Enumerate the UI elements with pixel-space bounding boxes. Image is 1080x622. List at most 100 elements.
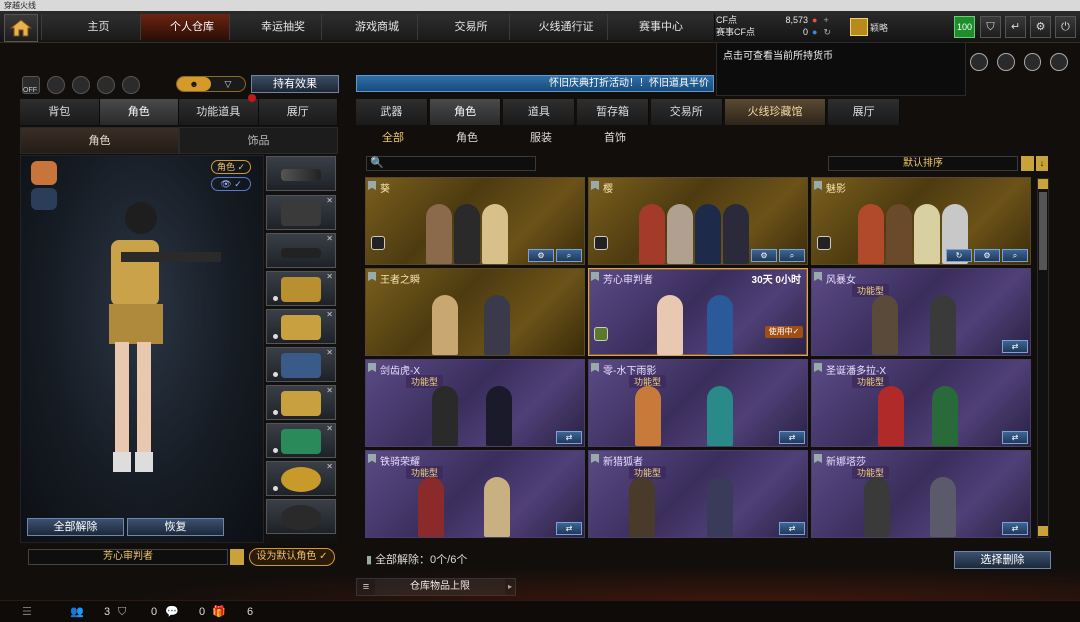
gift-box-icon[interactable]: 🎁 (212, 605, 226, 619)
subtab-accessories[interactable]: 饰品 (179, 127, 338, 154)
tab-function-items[interactable]: 功能道具 (179, 99, 259, 125)
gift-icon[interactable] (47, 76, 65, 94)
tab-characters[interactable]: 角色 (429, 99, 502, 125)
swap-icon[interactable]: ⇄ (779, 522, 805, 535)
character-card[interactable]: 新猎狐者 功能型 ⇄ (588, 450, 808, 538)
character-card[interactable]: 新娜塔莎 功能型 ⇄ (811, 450, 1031, 538)
restore-button[interactable]: 恢复 (127, 518, 224, 536)
tab-showroom[interactable]: 展厅 (258, 99, 338, 125)
character-mode-icon[interactable] (31, 161, 57, 185)
swap-icon[interactable]: ⇄ (556, 431, 582, 444)
tab-temp-storage[interactable]: 暂存箱 (577, 99, 649, 125)
scroll-thumb[interactable] (1039, 192, 1047, 270)
currency-panel[interactable]: CF点 8,573 ● + 赛事CF点 0 ● ↻ (716, 14, 850, 42)
nav-tab-home[interactable]: 主页 (41, 14, 156, 40)
weapon-slot[interactable] (266, 156, 336, 191)
settings-icon[interactable]: ⚙ (751, 249, 777, 262)
helmet-slot[interactable]: ✕ (266, 195, 336, 230)
friends-icon[interactable]: 👥 (70, 605, 84, 619)
magnify-icon[interactable]: ⌕ (556, 249, 582, 262)
character-card[interactable]: 魅影 ↻ ⚙ ⌕ (811, 177, 1031, 265)
add-icon[interactable]: + (823, 14, 828, 26)
swap-icon[interactable]: ⇄ (1002, 340, 1028, 353)
close-icon[interactable]: ✕ (326, 348, 333, 357)
shield-icon-button[interactable]: ⛉ (980, 16, 1001, 38)
swap-icon[interactable]: ⇄ (1002, 522, 1028, 535)
chat-icon[interactable]: 💬 (165, 605, 179, 619)
refresh-icon[interactable]: ↻ (946, 249, 972, 262)
character-card[interactable]: 樱 ⚙ ⌕ (588, 177, 808, 265)
vip-badge-icon[interactable] (970, 53, 988, 71)
scroll-down-arrow-icon[interactable] (1038, 526, 1048, 536)
character-card[interactable]: 葵 ⚙ ⌕ (365, 177, 585, 265)
promo-banner[interactable]: 怀旧庆典打折活动！！怀旧道具半价 (356, 75, 714, 92)
tab-weapons[interactable]: 武器 (356, 99, 428, 125)
close-icon[interactable]: ✕ (326, 424, 333, 433)
tab-showroom-right[interactable]: 展厅 (828, 99, 901, 125)
rotate-icon[interactable] (72, 76, 90, 94)
settings-gear-icon[interactable]: ⚙ (1030, 16, 1051, 38)
menu-icon[interactable]: ☰ (22, 605, 32, 619)
select-delete-button[interactable]: 选择删除 (954, 551, 1051, 569)
visibility-eye-icon[interactable]: 👁 ✓ (211, 177, 251, 191)
swap-icon[interactable]: ⇄ (779, 431, 805, 444)
sort-dropdown[interactable]: 默认排序 (828, 156, 1018, 171)
character-card[interactable]: 零-水下雨影 功能型 ⇄ (588, 359, 808, 447)
armor-slot-1[interactable]: ✕ (266, 271, 336, 306)
tab-backpack[interactable]: 背包 (20, 99, 100, 125)
unequip-all-button[interactable]: 全部解除 (27, 518, 124, 536)
nav-tab-events[interactable]: 赛事中心 (607, 14, 715, 40)
accessory-slot-1[interactable]: ✕ (266, 423, 336, 458)
close-icon[interactable]: ✕ (326, 196, 333, 205)
character-view-icon[interactable]: ☻ (177, 77, 211, 91)
close-icon[interactable]: ✕ (326, 386, 333, 395)
power-icon-button[interactable]: ⏻ (1055, 16, 1076, 38)
subtab-roles[interactable]: 角色 (430, 128, 504, 148)
settings-icon[interactable]: ⚙ (528, 249, 554, 262)
storage-limit-button[interactable]: ≡ 仓库物品上限 ▸ (356, 578, 516, 596)
character-card[interactable]: 王者之瞬 (365, 268, 585, 356)
view-toggle[interactable]: ☻ ▽ (176, 76, 246, 92)
tab-exchange[interactable]: 交易所 (650, 99, 723, 125)
set-default-character-button[interactable]: 设为默认角色 ✓ (249, 548, 335, 566)
sort-list-icon[interactable] (1021, 156, 1034, 171)
close-icon[interactable]: ✕ (326, 310, 333, 319)
home-button[interactable] (4, 14, 38, 42)
rank-view-icon[interactable]: ▽ (211, 77, 245, 91)
sort-order-icon[interactable]: ↓ (1036, 156, 1048, 171)
tab-collection-hall[interactable]: 火线珍藏馆 (724, 99, 827, 125)
subtab-character[interactable]: 角色 (20, 127, 179, 154)
swap-icon[interactable]: ⇄ (1002, 431, 1028, 444)
gesture-icon[interactable] (97, 76, 115, 94)
effects-button[interactable]: 持有效果 (251, 75, 339, 93)
armor-slot-3[interactable]: ✕ (266, 347, 336, 382)
armor-slot-4[interactable]: ✕ (266, 385, 336, 420)
character-card[interactable]: 风暴女 功能型 ⇄ (811, 268, 1031, 356)
logo-w-icon[interactable] (1050, 53, 1068, 71)
subtab-clothing[interactable]: 服装 (504, 128, 578, 148)
clan-shield-icon[interactable]: ⛉ (118, 605, 126, 619)
hand-icon[interactable] (122, 76, 140, 94)
wing-icon[interactable] (1023, 53, 1042, 71)
armor-slot-2[interactable]: ✕ (266, 309, 336, 344)
character-card[interactable]: 圣诞潘多拉-X 功能型 ⇄ (811, 359, 1031, 447)
subtab-all[interactable]: 全部 (356, 128, 430, 148)
magnify-icon[interactable]: ⌕ (1002, 249, 1028, 262)
close-icon[interactable]: ✕ (326, 462, 333, 471)
close-icon[interactable]: ✕ (326, 272, 333, 281)
subtab-jewelry[interactable]: 首饰 (578, 128, 652, 148)
accessory-slot-3[interactable] (266, 499, 336, 534)
tab-items[interactable]: 道具 (503, 99, 576, 125)
character-card-equipped[interactable]: 芳心审判者 30天 0小时 使用中✓ (588, 268, 808, 356)
scroll-up-arrow-icon[interactable] (1038, 179, 1048, 189)
magnify-icon[interactable]: ⌕ (779, 249, 805, 262)
nav-tab-battle-pass[interactable]: 火线通行证 (509, 14, 623, 40)
swap-icon[interactable]: ⇄ (556, 522, 582, 535)
close-icon[interactable]: ✕ (326, 234, 333, 243)
character-card[interactable]: 剑齿虎-X 功能型 ⇄ (365, 359, 585, 447)
refresh-icon[interactable]: ↻ (823, 26, 831, 38)
search-input[interactable] (366, 156, 536, 171)
list-icon[interactable] (230, 549, 244, 565)
glasses-slot[interactable]: ✕ (266, 233, 336, 268)
search-icon[interactable]: 🔍 (370, 157, 384, 170)
